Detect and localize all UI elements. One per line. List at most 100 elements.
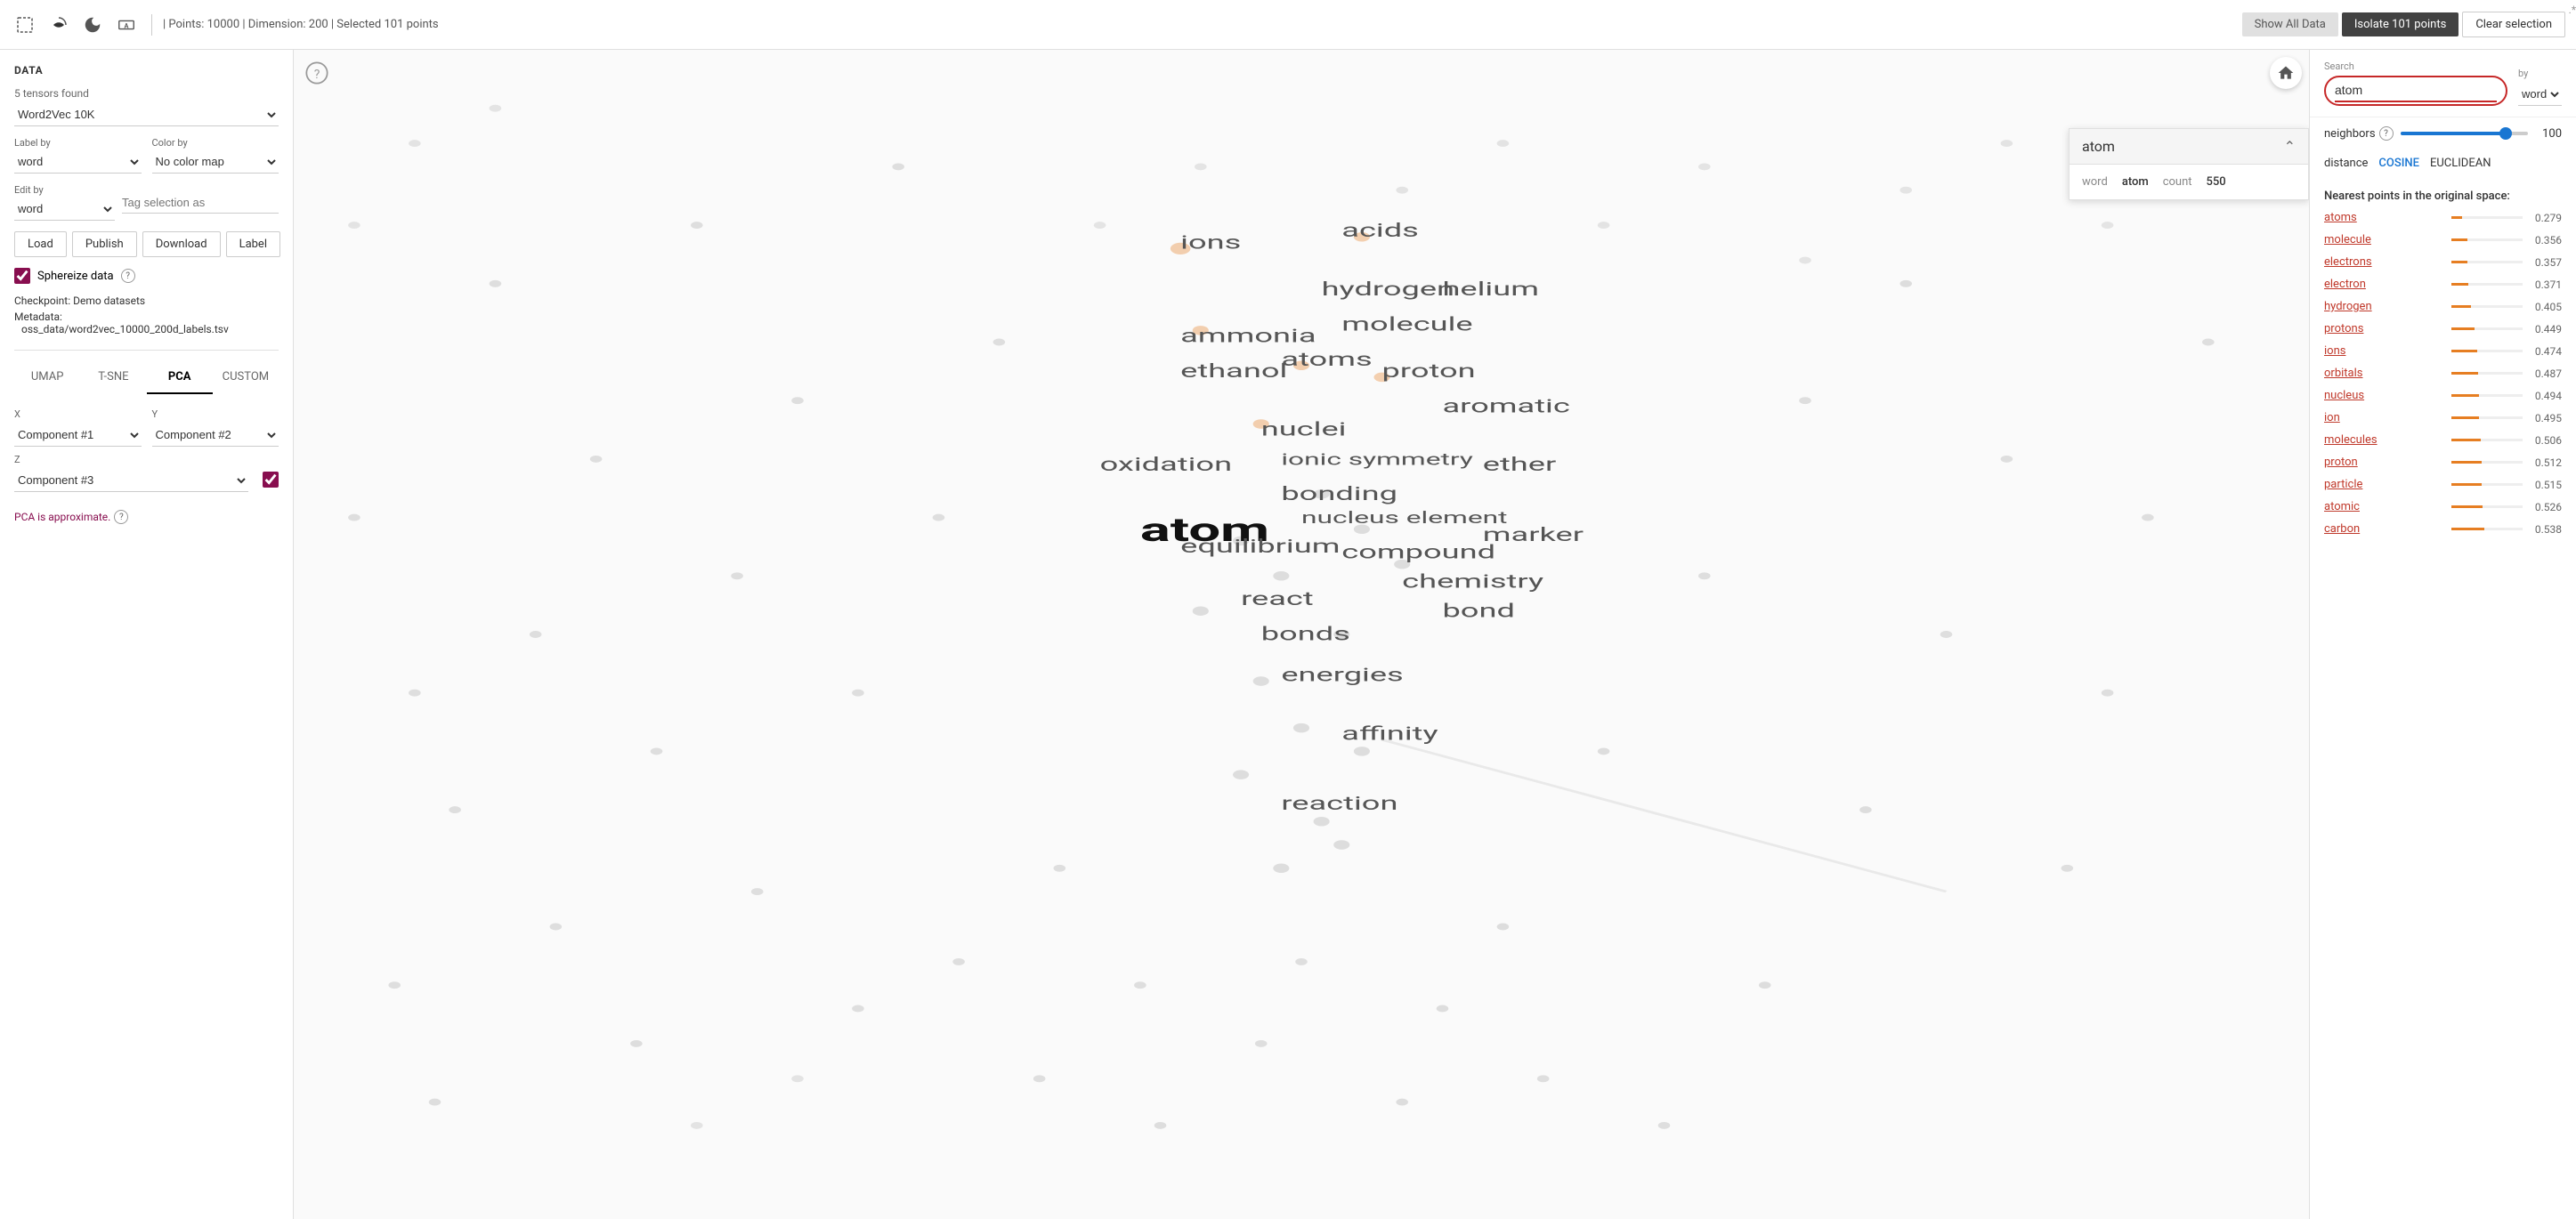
nearest-bar	[2451, 372, 2478, 375]
cosine-option[interactable]: COSINE	[2378, 157, 2419, 170]
top-bar: A | Points: 10000 | Dimension: 200 | Sel…	[0, 0, 2576, 50]
nearest-bar	[2451, 439, 2481, 441]
nearest-bar-wrap	[2451, 528, 2523, 530]
help-button[interactable]: ?	[304, 61, 329, 89]
x-axis-select[interactable]: Component #1	[14, 424, 142, 447]
checkpoint-row: Checkpoint: Demo datasets	[14, 295, 279, 307]
label-icon[interactable]: A	[112, 11, 141, 39]
nearest-item[interactable]: nucleus 0.494	[2310, 384, 2576, 407]
right-panel: Search .* by word neighbors ?	[2309, 50, 2576, 1219]
label-button[interactable]: Label	[226, 231, 280, 257]
nearest-item[interactable]: protons 0.449	[2310, 318, 2576, 340]
word-ether: ether	[1483, 455, 1556, 476]
word-nucleus-element: nucleus element	[1301, 509, 1508, 528]
neighbors-slider[interactable]	[2401, 132, 2528, 135]
nearest-item[interactable]: electrons 0.357	[2310, 251, 2576, 273]
nearest-item[interactable]: electron 0.371	[2310, 273, 2576, 295]
edit-by-select[interactable]: word	[14, 198, 115, 221]
nearest-bar	[2451, 283, 2468, 286]
z-axis-select[interactable]: Component #3	[14, 469, 248, 492]
isolate-button[interactable]: Isolate 101 points	[2342, 12, 2459, 36]
tab-pca[interactable]: PCA	[147, 361, 213, 394]
label-by-group: Label by word	[14, 137, 142, 174]
nearest-value: 0.526	[2530, 501, 2562, 513]
download-button[interactable]: Download	[142, 231, 221, 257]
nearest-item[interactable]: ion 0.495	[2310, 407, 2576, 429]
nearest-item[interactable]: orbitals 0.487	[2310, 362, 2576, 384]
word-acids: acids	[1341, 221, 1419, 242]
by-label: by	[2518, 68, 2562, 79]
sphereize-label: Sphereize data	[37, 270, 114, 283]
z-axis-label: Z	[14, 454, 248, 465]
nearest-item[interactable]: ions 0.474	[2310, 340, 2576, 362]
night-mode-icon[interactable]	[78, 11, 107, 39]
sphereize-help-icon[interactable]: ?	[121, 269, 135, 283]
toolbar-separator	[151, 14, 152, 36]
word-affinity: affinity	[1341, 723, 1438, 745]
nearest-bar-wrap	[2451, 216, 2523, 219]
svg-text:A: A	[125, 21, 129, 29]
approx-help-icon[interactable]: ?	[114, 510, 128, 524]
y-axis-select[interactable]: Component #2	[152, 424, 279, 447]
word-compound: compound	[1341, 542, 1495, 563]
show-all-button[interactable]: Show All Data	[2242, 12, 2338, 36]
nearest-word: molecules	[2324, 433, 2444, 447]
neighbors-help-icon[interactable]: ?	[2379, 126, 2394, 141]
word-bonds: bonds	[1261, 624, 1350, 645]
sphereize-checkbox[interactable]	[14, 268, 30, 284]
select-sphere-icon[interactable]	[45, 11, 73, 39]
scatter-plot[interactable]: ions acids hydrogen helium ammonia molec…	[294, 50, 2309, 1219]
nearest-item[interactable]: molecules 0.506	[2310, 429, 2576, 451]
publish-button[interactable]: Publish	[72, 231, 137, 257]
slider-fill	[2401, 132, 2503, 135]
canvas-area[interactable]: ?	[294, 50, 2309, 1219]
nearest-item[interactable]: molecule 0.356	[2310, 229, 2576, 251]
word-proton: proton	[1382, 360, 1476, 382]
y-axis-group: Y Component #2	[152, 408, 279, 447]
clear-selection-button[interactable]: Clear selection	[2462, 12, 2565, 37]
nearest-item[interactable]: particle 0.515	[2310, 473, 2576, 496]
action-buttons-row: Load Publish Download Label	[14, 231, 279, 257]
tensor-select[interactable]: Word2Vec 10K	[14, 103, 279, 126]
nearest-value: 0.515	[2530, 479, 2562, 491]
search-input[interactable]	[2335, 79, 2497, 102]
nearest-word: nucleus	[2324, 389, 2444, 402]
word-val: atom	[2122, 175, 2149, 189]
xy-axis-row: X Component #1 Y Component #2	[14, 408, 279, 447]
tab-custom[interactable]: CUSTOM	[213, 361, 279, 394]
slider-thumb[interactable]	[2499, 127, 2512, 140]
color-by-select[interactable]: No color map	[152, 150, 279, 174]
load-button[interactable]: Load	[14, 231, 67, 257]
nearest-word: molecule	[2324, 233, 2444, 246]
euclidean-option[interactable]: EUCLIDEAN	[2430, 157, 2491, 170]
word-marker: marker	[1483, 524, 1584, 545]
tab-tsne[interactable]: T-SNE	[80, 361, 146, 394]
nearest-item[interactable]: proton 0.512	[2310, 451, 2576, 473]
y-axis-label: Y	[152, 408, 279, 420]
nearest-value: 0.487	[2530, 367, 2562, 380]
select-box-icon[interactable]	[11, 11, 39, 39]
tag-selection-input[interactable]	[122, 192, 279, 214]
nearest-item[interactable]: atoms 0.279	[2310, 206, 2576, 229]
label-by-select[interactable]: word	[14, 150, 142, 174]
nearest-bar-wrap	[2451, 461, 2523, 464]
z-axis-checkbox[interactable]	[263, 472, 279, 488]
nearest-value: 0.474	[2530, 345, 2562, 358]
nearest-value: 0.357	[2530, 256, 2562, 269]
neighbors-row: neighbors ? 100	[2310, 117, 2576, 149]
nearest-value: 0.356	[2530, 234, 2562, 246]
word-atoms: atoms	[1281, 349, 1372, 370]
nearest-item[interactable]: atomic 0.526	[2310, 496, 2576, 518]
axis-section: X Component #1 Y Component #2 Z Compone	[14, 408, 279, 492]
word-bond: bond	[1442, 601, 1514, 622]
home-button[interactable]	[2270, 57, 2302, 89]
atom-popup-close-button[interactable]: ⌃	[2284, 138, 2296, 155]
atom-popup-header: atom ⌃	[2070, 129, 2308, 165]
nearest-item[interactable]: hydrogen 0.405	[2310, 295, 2576, 318]
nearest-bar-wrap	[2451, 350, 2523, 352]
nearest-bar-wrap	[2451, 416, 2523, 419]
tab-umap[interactable]: UMAP	[14, 361, 80, 394]
search-by-select[interactable]: word	[2518, 83, 2562, 106]
nearest-item[interactable]: carbon 0.538	[2310, 518, 2576, 540]
nearest-bar	[2451, 238, 2467, 241]
